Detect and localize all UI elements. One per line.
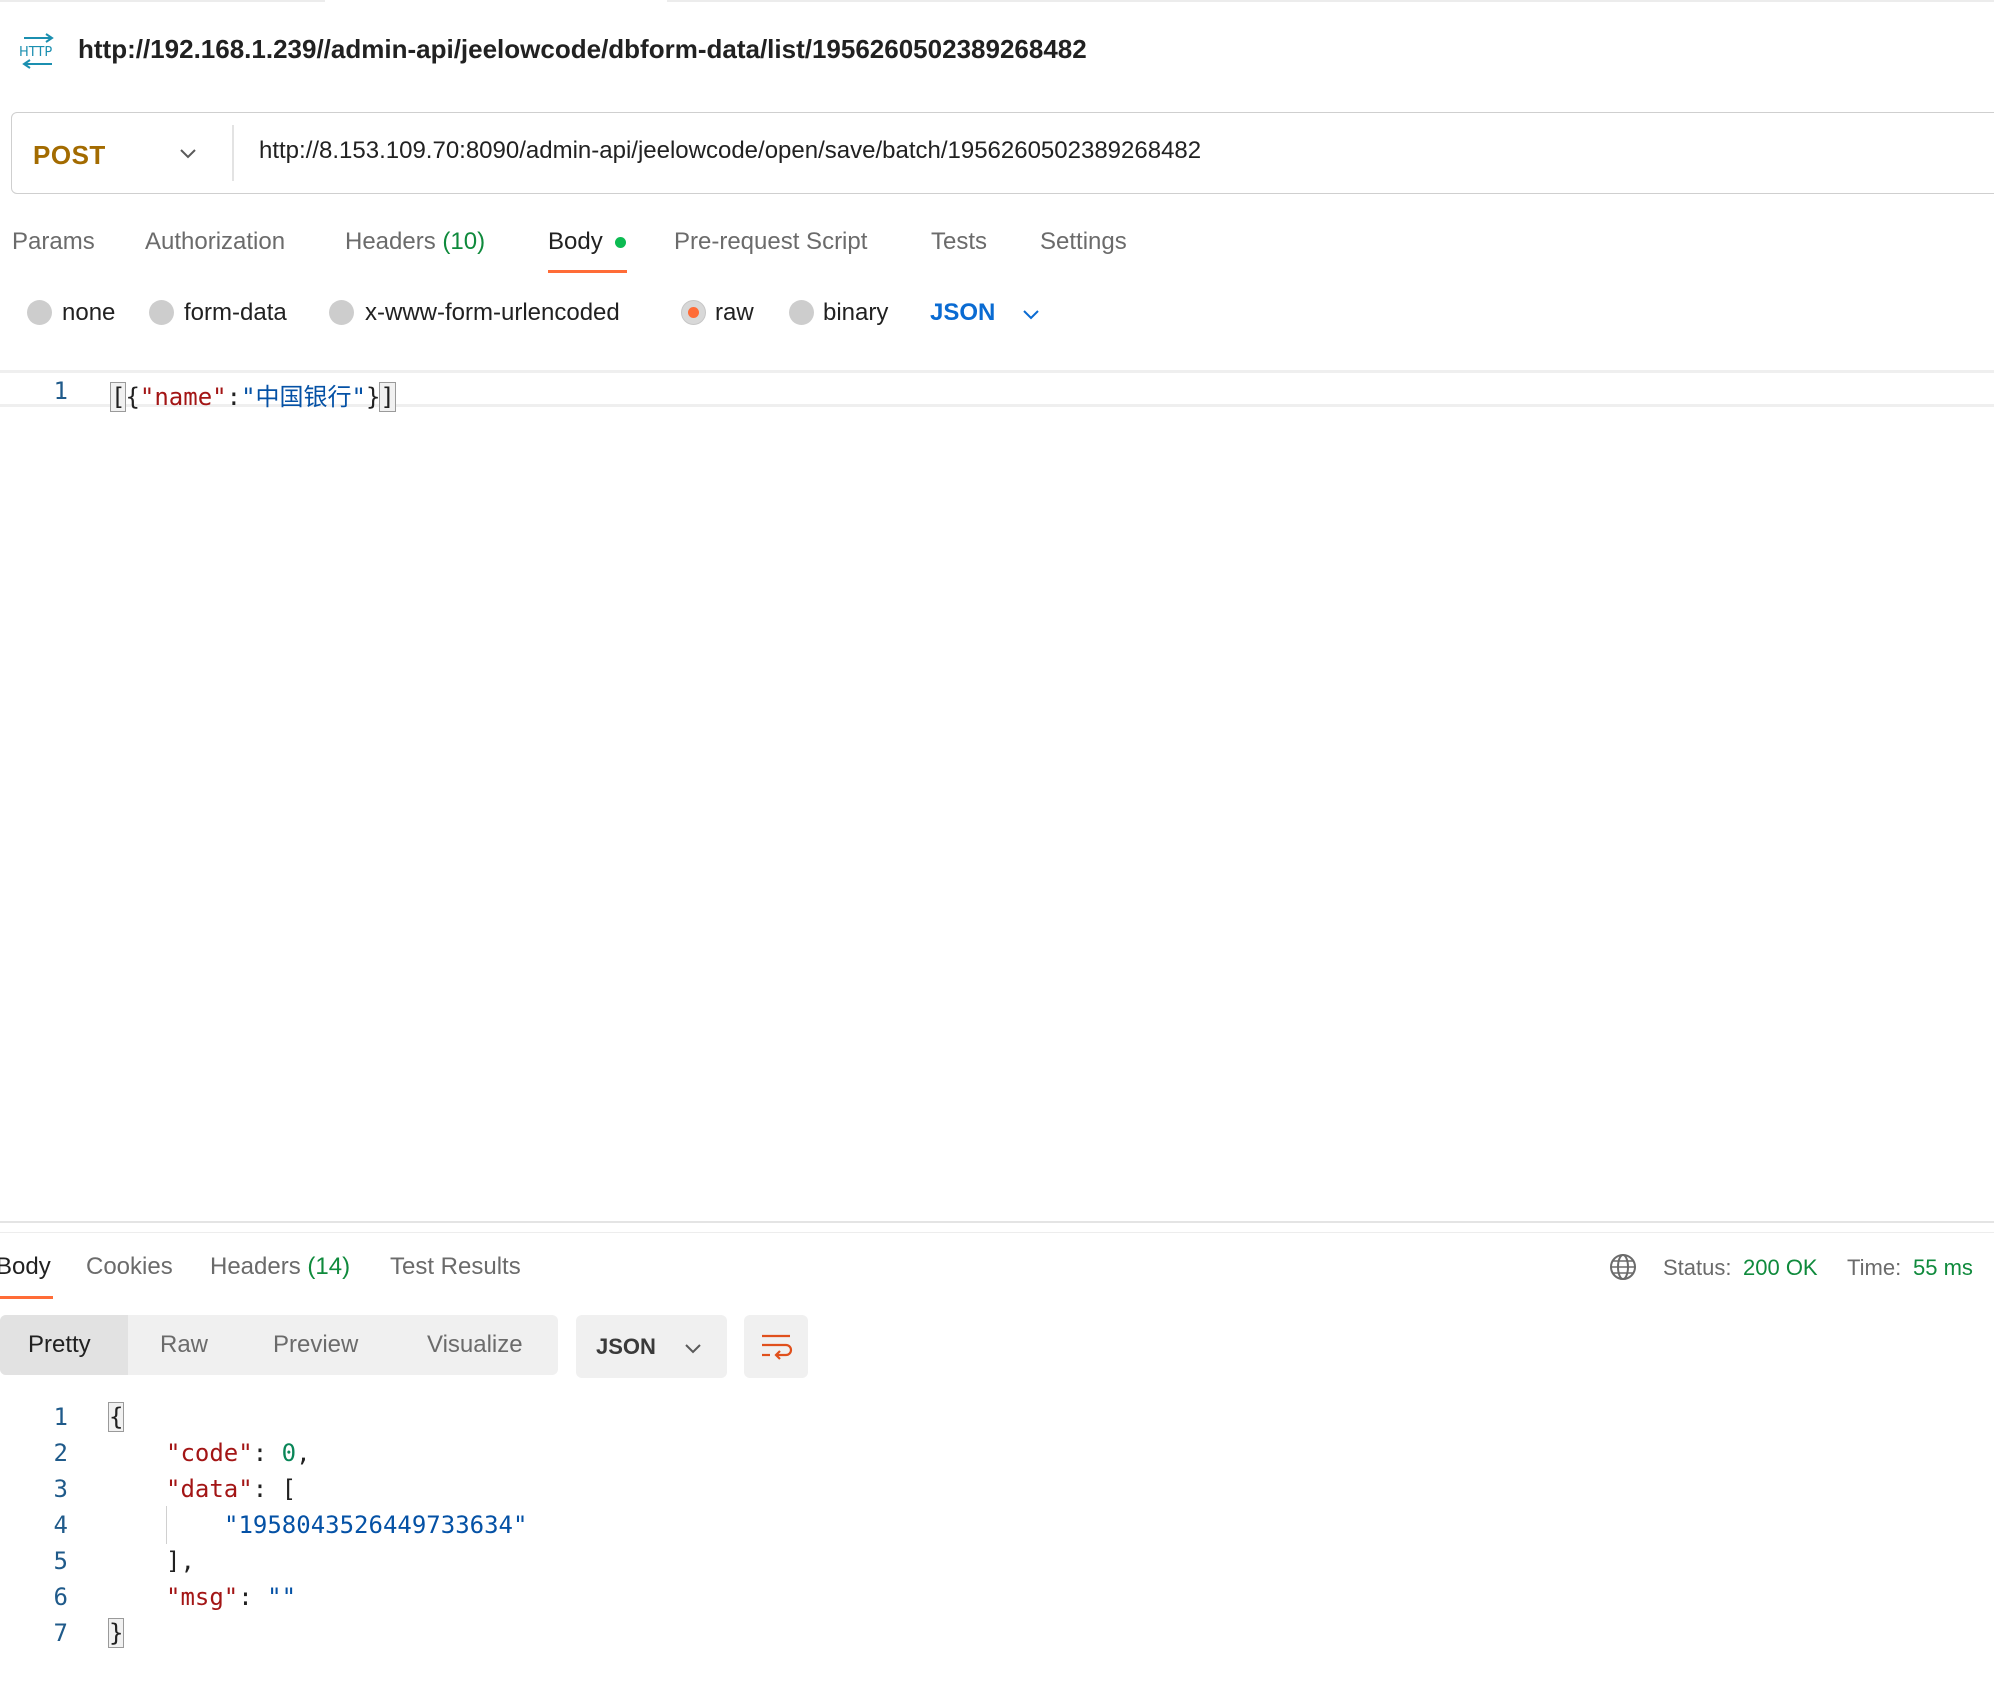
- response-line: "msg": "": [166, 1583, 297, 1611]
- editor-top-border: [0, 370, 1994, 373]
- window-top-border: [0, 0, 1994, 2]
- indent-guide: [166, 1506, 167, 1544]
- response-tab-headers-label: Headers: [210, 1253, 301, 1280]
- request-body-editor[interactable]: [{"name":"中国银行"}]: [109, 377, 396, 412]
- view-mode-pretty[interactable]: Pretty: [28, 1331, 91, 1359]
- line-number: 3: [53, 1475, 68, 1503]
- json-string: "1958043526449733634": [224, 1511, 528, 1539]
- radio-none-label[interactable]: none: [62, 299, 115, 327]
- tab-headers-count: (10): [442, 228, 486, 255]
- response-line: }: [107, 1618, 125, 1648]
- url-divider: [232, 125, 234, 181]
- json-key: "msg": [166, 1583, 239, 1611]
- radio-urlencoded-label[interactable]: x-www-form-urlencoded: [365, 299, 620, 327]
- pane-splitter[interactable]: [0, 1221, 1994, 1223]
- view-mode-visualize[interactable]: Visualize: [427, 1331, 523, 1359]
- json-string: "": [267, 1583, 297, 1611]
- response-line: {: [107, 1402, 125, 1432]
- bracket: ],: [166, 1547, 195, 1575]
- json-key: "data": [166, 1475, 253, 1503]
- json-key: "code": [166, 1439, 253, 1467]
- line-number: 7: [53, 1619, 68, 1647]
- method-select[interactable]: POST: [33, 140, 106, 171]
- pane-splitter-edge: [0, 1232, 1994, 1233]
- response-line: ],: [166, 1547, 195, 1575]
- line-number: 6: [53, 1583, 68, 1611]
- brace: {: [125, 383, 140, 411]
- bracket: [: [109, 382, 127, 412]
- body-modified-dot: [615, 237, 626, 248]
- active-tab-gap: [325, 0, 667, 2]
- brace: {: [107, 1402, 125, 1432]
- tab-body[interactable]: Body: [548, 228, 603, 256]
- json-number: 0: [281, 1439, 297, 1467]
- radio-form-data-label[interactable]: form-data: [184, 299, 287, 327]
- status-value[interactable]: 200 OK: [1743, 1255, 1818, 1281]
- tab-pre-request-script[interactable]: Pre-request Script: [674, 228, 867, 256]
- line-number: 1: [53, 1403, 68, 1431]
- radio-raw[interactable]: [681, 300, 706, 325]
- http-request-icon: HTTP: [19, 33, 54, 69]
- brace: }: [107, 1618, 125, 1648]
- globe-icon[interactable]: [1608, 1252, 1638, 1282]
- time-value[interactable]: 55 ms: [1913, 1255, 1973, 1281]
- tab-settings[interactable]: Settings: [1040, 228, 1127, 256]
- json-key: "name": [139, 383, 227, 411]
- tab-params[interactable]: Params: [12, 228, 95, 256]
- status-label: Status:: [1663, 1255, 1732, 1280]
- view-mode-raw[interactable]: Raw: [160, 1331, 208, 1359]
- response-tab-test-results[interactable]: Test Results: [390, 1253, 521, 1281]
- body-language-select[interactable]: JSON: [930, 299, 995, 327]
- tab-tests[interactable]: Tests: [931, 228, 987, 256]
- bracket: ]: [379, 382, 396, 412]
- response-tab-headers[interactable]: Headers (14): [210, 1253, 350, 1281]
- wrap-lines-icon: [762, 1334, 793, 1360]
- response-line: "code": 0,: [166, 1439, 311, 1467]
- view-mode-preview[interactable]: Preview: [273, 1331, 358, 1359]
- svg-text:HTTP: HTTP: [19, 45, 52, 60]
- radio-urlencoded[interactable]: [329, 300, 354, 325]
- line-number: 5: [53, 1547, 68, 1575]
- response-line: "data": [: [166, 1475, 297, 1503]
- url-input[interactable]: http://8.153.109.70:8090/admin-api/jeelo…: [259, 137, 1201, 165]
- tab-headers[interactable]: Headers (10): [345, 228, 485, 256]
- radio-binary[interactable]: [789, 300, 814, 325]
- chevron-down-icon: [685, 1344, 701, 1354]
- radio-raw-label[interactable]: raw: [715, 299, 754, 327]
- radio-binary-label[interactable]: binary: [823, 299, 888, 327]
- line-number: 4: [53, 1511, 68, 1539]
- time-label: Time:: [1847, 1255, 1902, 1280]
- tab-authorization[interactable]: Authorization: [145, 228, 285, 256]
- line-number: 2: [53, 1439, 68, 1467]
- response-active-tab-indicator: [0, 1296, 53, 1299]
- request-title[interactable]: http://192.168.1.239//admin-api/jeelowco…: [78, 34, 1087, 65]
- brace: }: [365, 383, 381, 411]
- radio-none[interactable]: [27, 300, 52, 325]
- tab-headers-label: Headers: [345, 228, 436, 255]
- line-number: 1: [53, 377, 68, 405]
- chevron-down-icon[interactable]: [1021, 307, 1041, 321]
- response-tab-cookies[interactable]: Cookies: [86, 1253, 173, 1281]
- chevron-down-icon[interactable]: [178, 146, 198, 160]
- response-tab-body[interactable]: Body: [0, 1253, 51, 1281]
- response-line: "1958043526449733634": [224, 1511, 527, 1539]
- bracket: [: [281, 1475, 297, 1503]
- colon: :: [226, 383, 242, 411]
- radio-form-data[interactable]: [149, 300, 174, 325]
- response-tab-headers-count: (14): [307, 1253, 351, 1280]
- json-value: "中国银行": [241, 383, 366, 411]
- active-tab-indicator: [548, 270, 627, 273]
- response-format-label: JSON: [596, 1334, 656, 1359]
